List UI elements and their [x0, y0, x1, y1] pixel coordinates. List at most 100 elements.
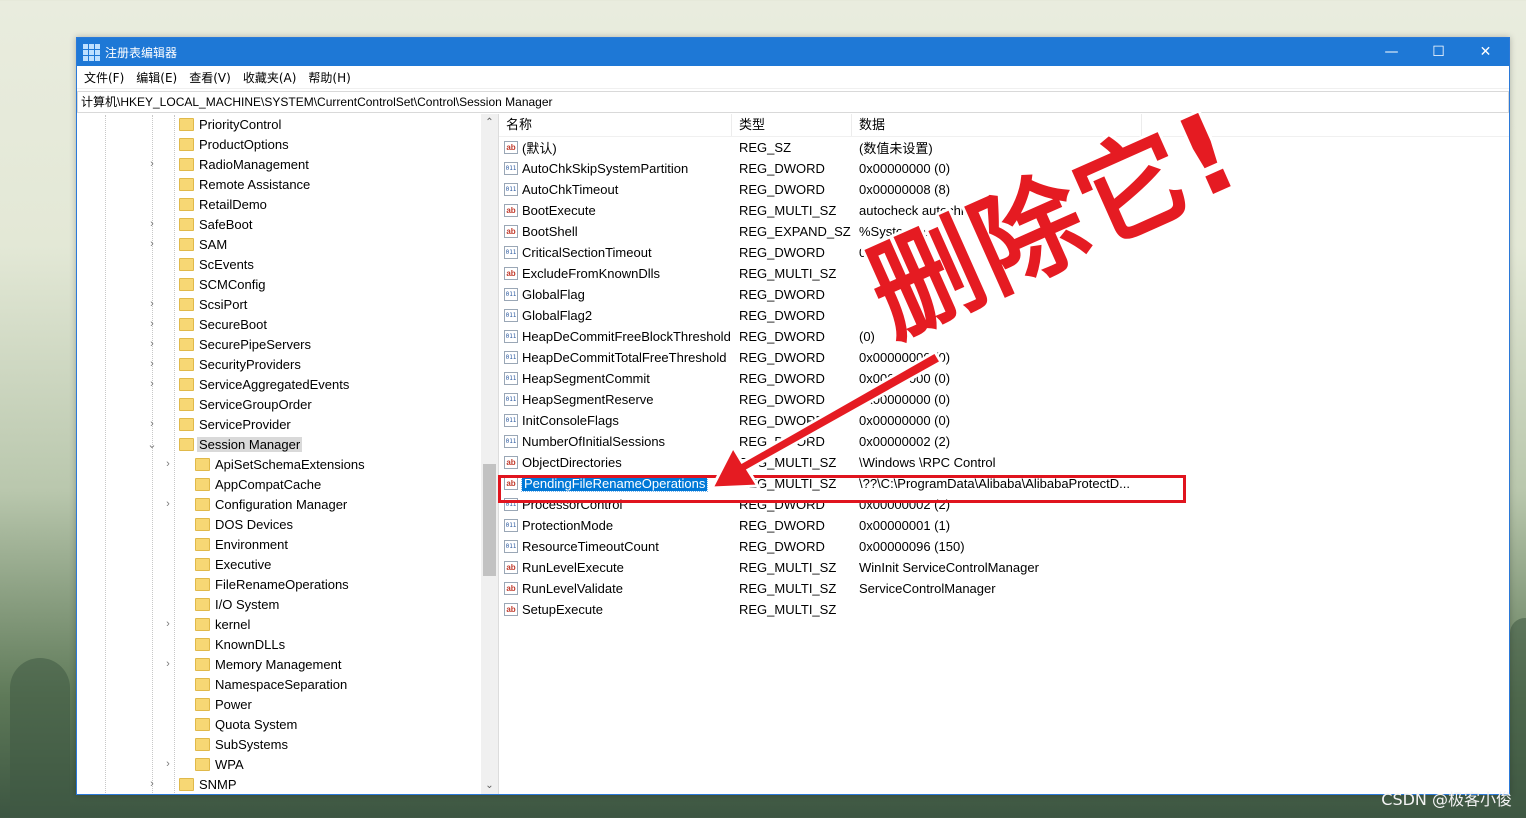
- tree-item[interactable]: NamespaceSeparation: [77, 675, 481, 695]
- value-name-cell: 011 InitConsoleFlags: [499, 413, 732, 428]
- value-row[interactable]: 011 HeapDeCommitTotalFreeThreshold REG_DWO…: [499, 347, 1509, 368]
- scroll-up-arrow-icon[interactable]: ⌃: [481, 114, 498, 131]
- tree-item[interactable]: Power: [77, 695, 481, 715]
- folder-icon: [195, 638, 210, 651]
- tree-item[interactable]: Environment: [77, 535, 481, 555]
- value-row[interactable]: ab ObjectDirectories REG_MULTI_SZ \Windows …: [499, 452, 1509, 473]
- value-row[interactable]: ab SetupExecute REG_MULTI_SZ: [499, 599, 1509, 620]
- tree-item-label: ServiceAggregatedEvents: [199, 377, 350, 392]
- tree-item[interactable]: ⌄ Session Manager: [77, 435, 481, 455]
- tree-item[interactable]: › SecurityProviders: [77, 355, 481, 375]
- tree-item[interactable]: Executive: [77, 555, 481, 575]
- tree-item[interactable]: ServiceGroupOrder: [77, 395, 481, 415]
- tree-item[interactable]: › SNMP: [77, 775, 481, 794]
- chevron-down-icon[interactable]: ⌄: [146, 438, 158, 451]
- value-data: 0x00000000 (0): [859, 350, 951, 365]
- chevron-right-icon[interactable]: ›: [146, 238, 158, 250]
- chevron-right-icon[interactable]: ›: [162, 498, 174, 510]
- tree-item[interactable]: › SafeBoot: [77, 215, 481, 235]
- chevron-right-icon[interactable]: ›: [146, 378, 158, 390]
- tree-item[interactable]: PriorityControl: [77, 115, 481, 135]
- tree-item[interactable]: › ServiceAggregatedEvents: [77, 375, 481, 395]
- binary-value-icon: 011: [504, 288, 518, 301]
- chevron-right-icon[interactable]: ›: [162, 458, 174, 470]
- tree-item[interactable]: KnownDLLs: [77, 635, 481, 655]
- tree-item[interactable]: › Configuration Manager: [77, 495, 481, 515]
- value-name-cell: 011 NumberOfInitialSessions: [499, 434, 732, 449]
- value-row[interactable]: 011 ProtectionMode REG_DWORD 0x00000001 (1): [499, 515, 1509, 536]
- column-header-type[interactable]: 类型: [732, 114, 852, 136]
- tree-item[interactable]: ScEvents: [77, 255, 481, 275]
- chevron-right-icon[interactable]: ›: [146, 418, 158, 430]
- tree-item[interactable]: RetailDemo: [77, 195, 481, 215]
- maximize-button[interactable]: ☐: [1415, 38, 1462, 66]
- tree-item[interactable]: › WPA: [77, 755, 481, 775]
- value-name: RunLevelValidate: [522, 581, 623, 596]
- tree-item[interactable]: I/O System: [77, 595, 481, 615]
- menu-edit[interactable]: 编辑(E): [131, 69, 184, 86]
- value-name: HeapSegmentCommit: [522, 371, 650, 386]
- tree-item[interactable]: › ApiSetSchemaExtensions: [77, 455, 481, 475]
- tree-item-label: KnownDLLs: [215, 637, 286, 652]
- chevron-right-icon[interactable]: ›: [146, 158, 158, 170]
- menu-help[interactable]: 帮助(H): [303, 69, 357, 86]
- tree-item[interactable]: SubSystems: [77, 735, 481, 755]
- tree-item[interactable]: › SAM: [77, 235, 481, 255]
- scroll-down-arrow-icon[interactable]: ⌄: [481, 777, 498, 794]
- tree-item[interactable]: › ScsiPort: [77, 295, 481, 315]
- chevron-right-icon[interactable]: ›: [162, 618, 174, 630]
- menu-view[interactable]: 查看(V): [184, 69, 238, 86]
- chevron-right-icon[interactable]: ›: [146, 318, 158, 330]
- chevron-right-icon[interactable]: ›: [146, 298, 158, 310]
- tree-item[interactable]: › SecurePipeServers: [77, 335, 481, 355]
- tree-item[interactable]: Quota System: [77, 715, 481, 735]
- tree-item-label: SubSystems: [215, 737, 288, 752]
- value-name-cell: 011 CriticalSectionTimeout: [499, 245, 732, 260]
- tree-item[interactable]: › ServiceProvider: [77, 415, 481, 435]
- tree-item[interactable]: › RadioManagement: [77, 155, 481, 175]
- tree-item[interactable]: SCMConfig: [77, 275, 481, 295]
- chevron-right-icon[interactable]: ›: [146, 778, 158, 790]
- tree-item[interactable]: DOS Devices: [77, 515, 481, 535]
- binary-value-icon: 011: [504, 330, 518, 343]
- value-row[interactable]: 011 NumberOfInitialSessions REG_DWORD 0x000…: [499, 431, 1509, 452]
- value-name: ProtectionMode: [522, 518, 614, 533]
- tree-item[interactable]: › SecureBoot: [77, 315, 481, 335]
- chevron-right-icon[interactable]: ›: [146, 358, 158, 370]
- menu-file[interactable]: 文件(F): [79, 69, 131, 86]
- tree-item[interactable]: › Memory Management: [77, 655, 481, 675]
- value-data: \Windows \RPC Control: [859, 455, 996, 470]
- chevron-right-icon[interactable]: ›: [162, 658, 174, 670]
- value-row[interactable]: ab RunLevelValidate REG_MULTI_SZ ServiceCon…: [499, 578, 1509, 599]
- tree-item[interactable]: › kernel: [77, 615, 481, 635]
- folder-icon: [195, 518, 210, 531]
- folder-icon: [179, 238, 194, 251]
- menu-favorites[interactable]: 收藏夹(A): [238, 69, 304, 86]
- tree-item[interactable]: FileRenameOperations: [77, 575, 481, 595]
- scrollbar-thumb[interactable]: [483, 464, 496, 576]
- tree-item[interactable]: AppCompatCache: [77, 475, 481, 495]
- title-bar: 注册表编辑器 — ☐ ✕: [77, 38, 1509, 66]
- address-bar[interactable]: 计算机\HKEY_LOCAL_MACHINE\SYSTEM\CurrentCon…: [77, 91, 1509, 113]
- value-row[interactable]: 011 HeapSegmentReserve REG_DWORD 0x00000000…: [499, 389, 1509, 410]
- value-row[interactable]: ab RunLevelExecute REG_MULTI_SZ WinInit Ser…: [499, 557, 1509, 578]
- folder-icon: [179, 358, 194, 371]
- value-row[interactable]: 011 HeapSegmentCommit REG_DWORD 0x00000000 …: [499, 368, 1509, 389]
- tree-scrollbar[interactable]: ⌃ ⌄: [481, 114, 498, 794]
- chevron-right-icon[interactable]: ›: [146, 218, 158, 230]
- value-row[interactable]: 011 ResourceTimeoutCount REG_DWORD 0x000000…: [499, 536, 1509, 557]
- folder-icon: [179, 438, 194, 451]
- value-name: ObjectDirectories: [522, 455, 622, 470]
- column-header-name[interactable]: 名称: [499, 114, 732, 136]
- chevron-right-icon[interactable]: ›: [162, 758, 174, 770]
- value-row[interactable]: 011 InitConsoleFlags REG_DWORD 0x00000000 (…: [499, 410, 1509, 431]
- tree-item[interactable]: ProductOptions: [77, 135, 481, 155]
- value-row[interactable]: 011 HeapDeCommitFreeBlockThreshold REG_DWO…: [499, 326, 1509, 347]
- tree-item-label: ApiSetSchemaExtensions: [215, 457, 365, 472]
- value-type: REG_DWORD: [739, 371, 825, 386]
- close-button[interactable]: ✕: [1462, 38, 1509, 66]
- tree-item[interactable]: Remote Assistance: [77, 175, 481, 195]
- string-value-icon: ab: [504, 561, 518, 574]
- minimize-button[interactable]: —: [1368, 38, 1415, 66]
- chevron-right-icon[interactable]: ›: [146, 338, 158, 350]
